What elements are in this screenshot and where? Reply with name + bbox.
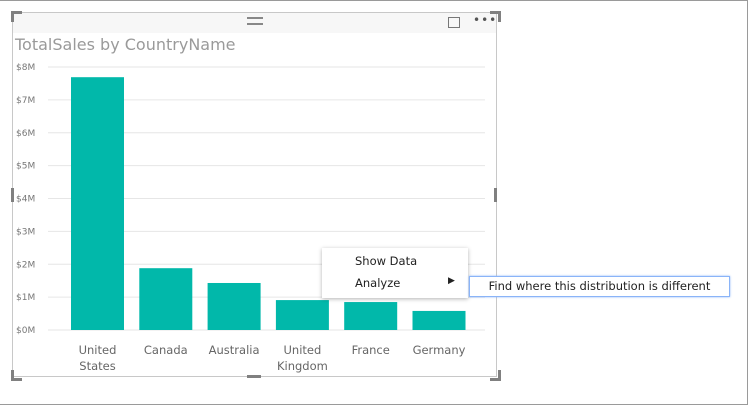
y-tick-label: $7M — [16, 96, 35, 106]
y-tick-label: $1M — [16, 293, 35, 303]
y-tick-label: $4M — [16, 195, 35, 205]
y-tick-label: $8M — [16, 63, 35, 73]
bar — [71, 77, 124, 330]
y-tick-label: $6M — [16, 129, 35, 139]
x-tick-label: Australia — [209, 343, 260, 357]
bar-chart: $0M $1M $2M $3M $4M $5M $6M $7M $8M United States C… — [16, 63, 485, 373]
x-tick-label: Kingdom — [277, 359, 328, 373]
x-tick-label: United — [284, 343, 322, 357]
x-tick-label: States — [79, 359, 115, 373]
context-menu: Show Data Analyze ▶ — [322, 248, 468, 298]
menu-item-analyze[interactable]: Analyze — [355, 276, 400, 290]
x-tick-label: United — [79, 343, 117, 357]
bar — [412, 310, 466, 330]
y-tick-label: $5M — [16, 162, 35, 172]
x-tick-label: Canada — [144, 343, 188, 357]
x-tick-label: Germany — [413, 343, 466, 357]
bar — [139, 268, 193, 330]
bar — [275, 300, 329, 330]
y-tick-label: $2M — [16, 260, 35, 270]
menu-item-show-data[interactable]: Show Data — [355, 254, 417, 268]
bar — [344, 302, 398, 330]
y-tick-label: $3M — [16, 227, 35, 237]
y-tick-label: $0M — [16, 326, 35, 336]
menu-item-find-distribution-different[interactable]: Find where this distribution is differen… — [469, 276, 730, 297]
x-tick-label: France — [352, 343, 390, 357]
bar — [207, 282, 261, 330]
submenu-arrow-icon: ▶ — [448, 276, 455, 286]
